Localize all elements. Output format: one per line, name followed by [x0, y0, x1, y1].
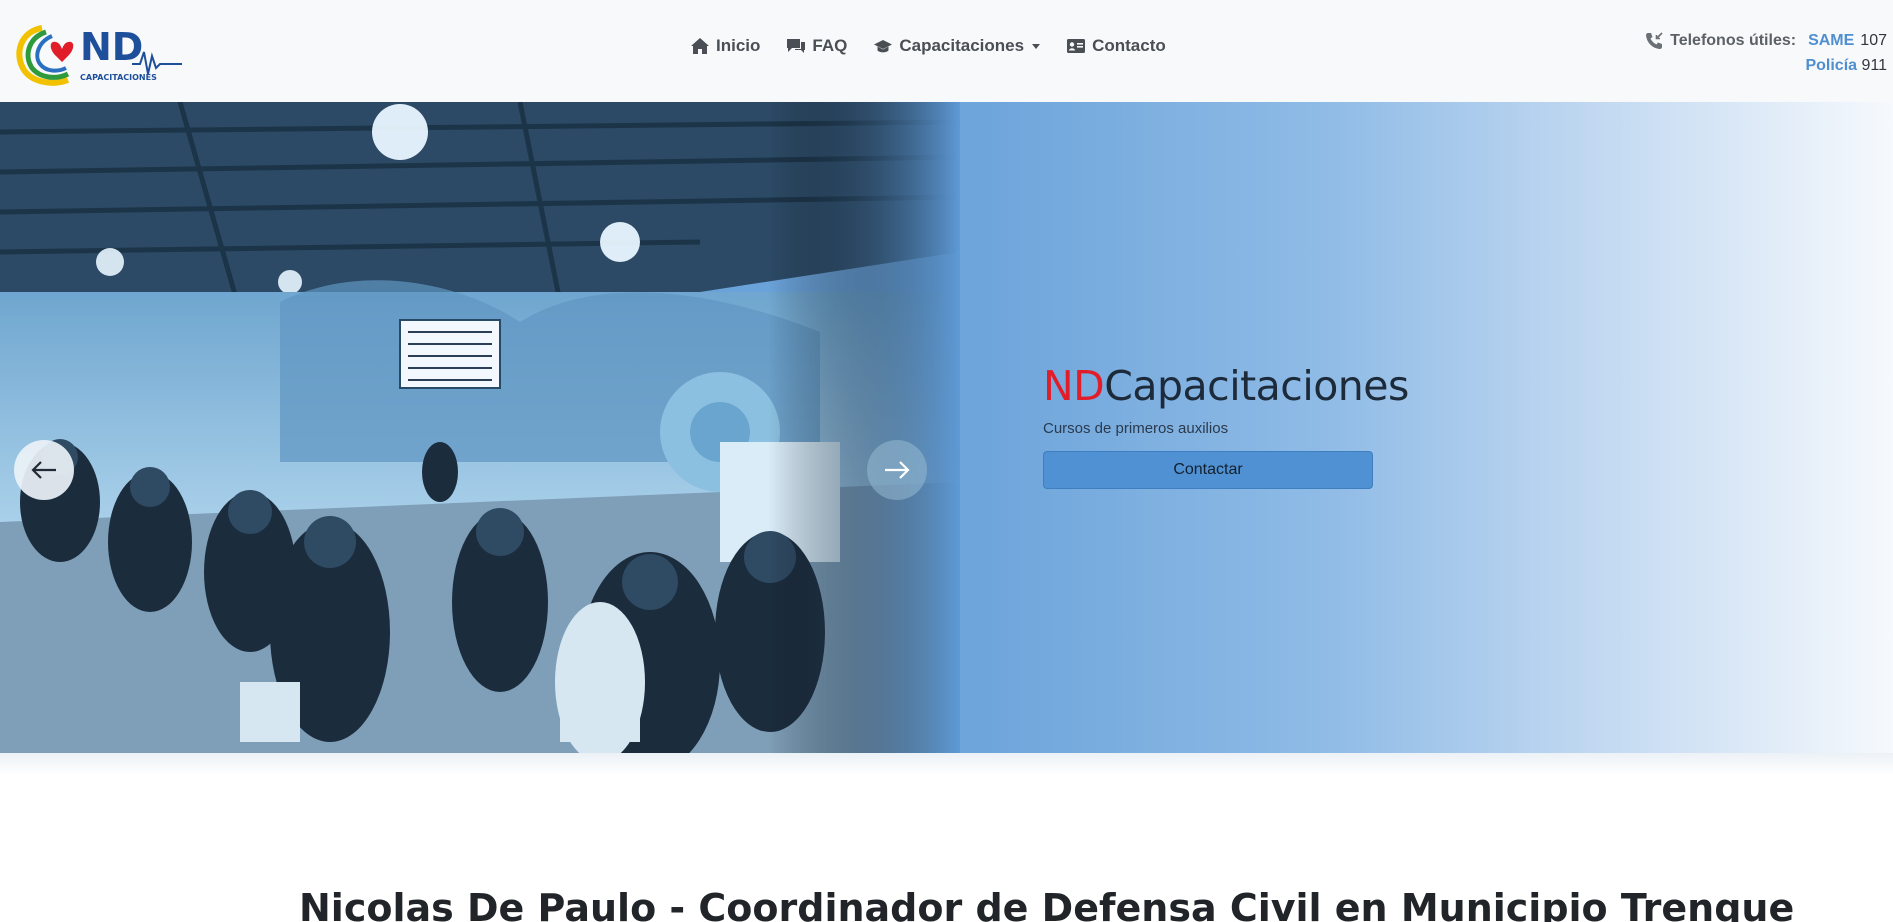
nav-item-label: FAQ: [812, 36, 848, 55]
nav-item-inicio[interactable]: Inicio: [690, 36, 760, 56]
nav-item-label: Capacitaciones: [899, 36, 1025, 55]
navbar: ND CAPACITACIONES Inicio FAQ Capacitacio…: [0, 0, 1893, 102]
policia-link[interactable]: Policía: [1805, 57, 1857, 74]
site-logo[interactable]: ND CAPACITACIONES: [12, 14, 184, 88]
phones-label: Telefonos útiles:: [1670, 32, 1797, 49]
svg-text:ND: ND: [80, 25, 143, 69]
graduation-cap-icon: [874, 40, 893, 53]
same-link[interactable]: SAME: [1808, 28, 1854, 53]
arrow-left-icon: [31, 461, 56, 479]
chevron-down-icon: [1032, 43, 1041, 49]
hero-title-nd: ND: [1043, 362, 1105, 410]
hero-carousel: NDCapacitaciones Cursos de primeros auxi…: [0, 102, 1893, 753]
contact-button[interactable]: Contactar: [1043, 451, 1373, 489]
policia-number: 911: [1861, 57, 1887, 74]
nav-item-label: Inicio: [716, 36, 761, 55]
useful-phones: Telefonos útiles: SAME 107 Policía 911: [1644, 28, 1887, 78]
hero-subtitle: Cursos de primeros auxilios: [1043, 420, 1229, 437]
arrow-right-icon: [885, 461, 910, 479]
home-icon: [691, 38, 709, 54]
contact-card-icon: [1067, 39, 1086, 53]
same-number: 107: [1860, 32, 1887, 49]
main-nav: Inicio FAQ Capacitaciones Contacto: [690, 36, 1192, 56]
nav-item-faq[interactable]: FAQ: [786, 36, 847, 56]
section-title: Nicolas De Paulo - Coordinador de Defens…: [299, 886, 1795, 922]
hero-title: NDCapacitaciones: [1043, 362, 1409, 410]
phone-incoming-icon: [1646, 31, 1663, 49]
chat-icon: [787, 39, 806, 53]
nav-item-capacitaciones[interactable]: Capacitaciones: [873, 36, 1041, 56]
hero-shadow: [0, 753, 1893, 775]
hero-title-rest: Capacitaciones: [1104, 362, 1409, 410]
carousel-next-button[interactable]: [867, 440, 927, 500]
nav-item-label: Contacto: [1092, 36, 1166, 55]
svg-text:CAPACITACIONES: CAPACITACIONES: [80, 73, 157, 82]
carousel-caption: NDCapacitaciones Cursos de primeros auxi…: [1043, 362, 1409, 489]
carousel-prev-button[interactable]: [14, 440, 74, 500]
hero-photo: [0, 102, 960, 753]
nav-item-contacto[interactable]: Contacto: [1066, 36, 1166, 56]
